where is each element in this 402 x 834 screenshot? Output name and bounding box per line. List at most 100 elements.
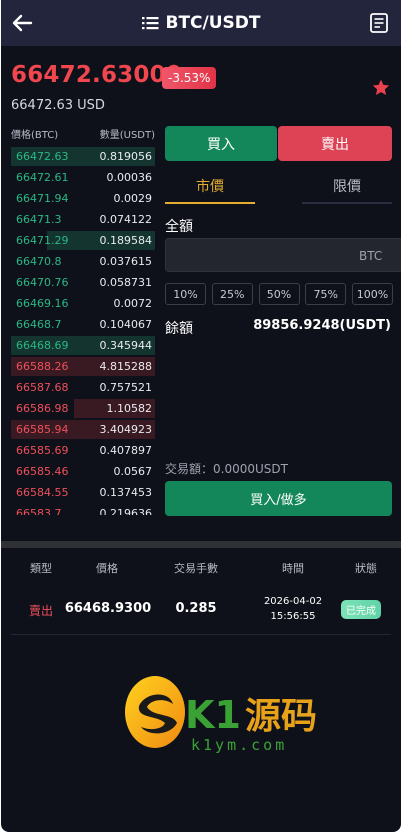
history-row[interactable]: 賣出 66468.9300 0.285 2026-04-02 15:56:55 … — [1, 592, 401, 628]
history-price: 66468.9300 — [64, 601, 152, 616]
order-qty: 0.189584 — [99, 234, 153, 247]
sell-order-row[interactable]: 66585.94 3.404923 — [11, 419, 155, 440]
sell-order-row[interactable]: 66586.98 1.10582 — [11, 398, 155, 419]
usd-price: 66472.63 USD — [11, 98, 105, 113]
amount-label: 全額 — [165, 219, 193, 235]
history-col-price: 價格 — [96, 562, 118, 575]
buy-order-row[interactable]: 66471.94 0.0029 — [11, 188, 155, 209]
history-time: 15:56:55 — [270, 611, 316, 622]
balance-value: 89856.9248(USDT) — [253, 318, 391, 333]
svg-text:K1: K1 — [185, 693, 241, 737]
percent-buttons: 10% 25% 50% 75% 100% — [165, 283, 393, 305]
buy-tab-button[interactable]: 買入 — [165, 126, 277, 161]
order-qty: 1.10582 — [106, 402, 153, 415]
order-qty: 0.345944 — [99, 339, 153, 352]
order-price: 66471.3 — [16, 213, 62, 226]
sell-order-row[interactable]: 66588.26 4.815288 — [11, 356, 155, 377]
order-price: 66583.7 — [16, 507, 62, 515]
buy-order-row[interactable]: 66471.29 0.189584 — [11, 230, 155, 251]
orderbook[interactable]: 66472.63 0.819056 66472.61 0.00036 66471.94 0… — [11, 146, 155, 515]
submit-buy-button[interactable]: 買入/做多 — [165, 481, 392, 516]
percent-100-button[interactable]: 100% — [352, 283, 393, 305]
buy-order-row[interactable]: 66472.63 0.819056 — [11, 146, 155, 167]
buy-order-row[interactable]: 66472.61 0.00036 — [11, 167, 155, 188]
history-col-status: 狀態 — [355, 562, 377, 575]
app-frame: BTC/USDT 66472.63000 -3.53% 66472.63 USD… — [1, 0, 401, 832]
order-price: 66585.46 — [16, 465, 69, 478]
buy-order-row[interactable]: 66470.76 0.058731 — [11, 272, 155, 293]
page-title: BTC/USDT — [165, 13, 261, 33]
history-separator — [11, 634, 391, 635]
pair-selector[interactable]: BTC/USDT — [141, 13, 261, 33]
history-col-time: 時間 — [282, 562, 304, 575]
sell-order-row[interactable]: 66584.55 0.137453 — [11, 482, 155, 503]
order-qty: 0.819056 — [99, 150, 153, 163]
order-qty: 0.137453 — [99, 486, 153, 499]
order-price: 66470.8 — [16, 255, 62, 268]
tab-market[interactable]: 市價 — [165, 176, 255, 204]
order-price: 66472.63 — [16, 150, 69, 163]
percent-50-button[interactable]: 50% — [258, 283, 300, 305]
sell-tab-button[interactable]: 賣出 — [278, 126, 392, 161]
history-header: 類型 價格 交易手數 時間 狀態 — [1, 560, 401, 576]
history-side: 賣出 — [28, 604, 53, 618]
side-tabs: 買入 賣出 — [165, 126, 392, 161]
order-type-tabs: 市價 限價 — [165, 176, 392, 204]
order-qty: 0.104067 — [99, 318, 153, 331]
order-qty: 3.404923 — [99, 423, 153, 436]
balance-label: 餘額 — [165, 321, 193, 337]
buy-order-row[interactable]: 66471.3 0.074122 — [11, 209, 155, 230]
order-price: 66586.98 — [16, 402, 69, 415]
favorite-star-icon[interactable] — [371, 78, 391, 98]
sell-order-row[interactable]: 66585.46 0.0567 — [11, 461, 155, 482]
percent-10-button[interactable]: 10% — [165, 283, 206, 305]
top-bar: BTC/USDT — [1, 0, 401, 46]
order-qty: 0.757521 — [99, 381, 153, 394]
sell-order-row[interactable]: 66587.68 0.757521 — [11, 377, 155, 398]
sell-order-row[interactable]: 66585.69 0.407897 — [11, 440, 155, 461]
percent-25-button[interactable]: 25% — [211, 283, 253, 305]
order-price: 66469.16 — [16, 297, 69, 310]
order-price: 66587.68 — [16, 381, 69, 394]
order-price: 66472.61 — [16, 171, 69, 184]
svg-text:k1ym.com: k1ym.com — [191, 736, 287, 754]
order-qty: 4.815288 — [99, 360, 153, 373]
section-divider — [1, 541, 401, 548]
amount-unit: BTC — [359, 249, 383, 263]
col-qty-label: 數量(USDT) — [99, 130, 155, 141]
history-fee: 0.285 — [175, 601, 217, 616]
buy-order-row[interactable]: 66470.8 0.037615 — [11, 251, 155, 272]
history-col-type: 類型 — [30, 562, 52, 575]
order-price: 66588.26 — [16, 360, 69, 373]
buy-order-row[interactable]: 66468.69 0.345944 — [11, 335, 155, 356]
orderbook-header: 價格(BTC) 數量(USDT) — [11, 126, 155, 141]
k1-watermark-logo: K1 源码 k1ym.com — [125, 676, 317, 754]
order-qty: 0.407897 — [99, 444, 153, 457]
order-price: 66585.94 — [16, 423, 69, 436]
order-price: 66584.55 — [16, 486, 69, 499]
list-icon — [141, 17, 158, 30]
trade-amount-text: 交易額：0.0000USDT — [165, 462, 288, 476]
order-qty: 0.219636 — [99, 507, 153, 515]
order-price: 66468.7 — [16, 318, 62, 331]
order-qty: 0.037615 — [99, 255, 153, 268]
order-price: 66468.69 — [16, 339, 69, 352]
percent-75-button[interactable]: 75% — [305, 283, 347, 305]
col-price-label: 價格(BTC) — [11, 130, 59, 141]
order-qty: 0.0567 — [113, 465, 153, 478]
order-price: 66471.94 — [16, 192, 69, 205]
history-date: 2026-04-02 — [263, 596, 323, 607]
order-qty: 0.0029 — [113, 192, 153, 205]
buy-order-row[interactable]: 66468.7 0.104067 — [11, 314, 155, 335]
sell-order-row[interactable]: 66583.7 0.219636 — [11, 503, 155, 515]
status-badge: 已完成 — [341, 600, 381, 619]
order-qty: 0.074122 — [99, 213, 153, 226]
last-price: 66472.63000 — [11, 62, 182, 88]
tab-limit[interactable]: 限價 — [302, 176, 392, 204]
svg-text:源码: 源码 — [245, 696, 317, 737]
back-arrow-icon[interactable] — [11, 12, 33, 34]
order-qty: 0.00036 — [106, 171, 153, 184]
buy-order-row[interactable]: 66469.16 0.0072 — [11, 293, 155, 314]
document-icon[interactable] — [370, 13, 388, 33]
order-price: 66470.76 — [16, 276, 69, 289]
